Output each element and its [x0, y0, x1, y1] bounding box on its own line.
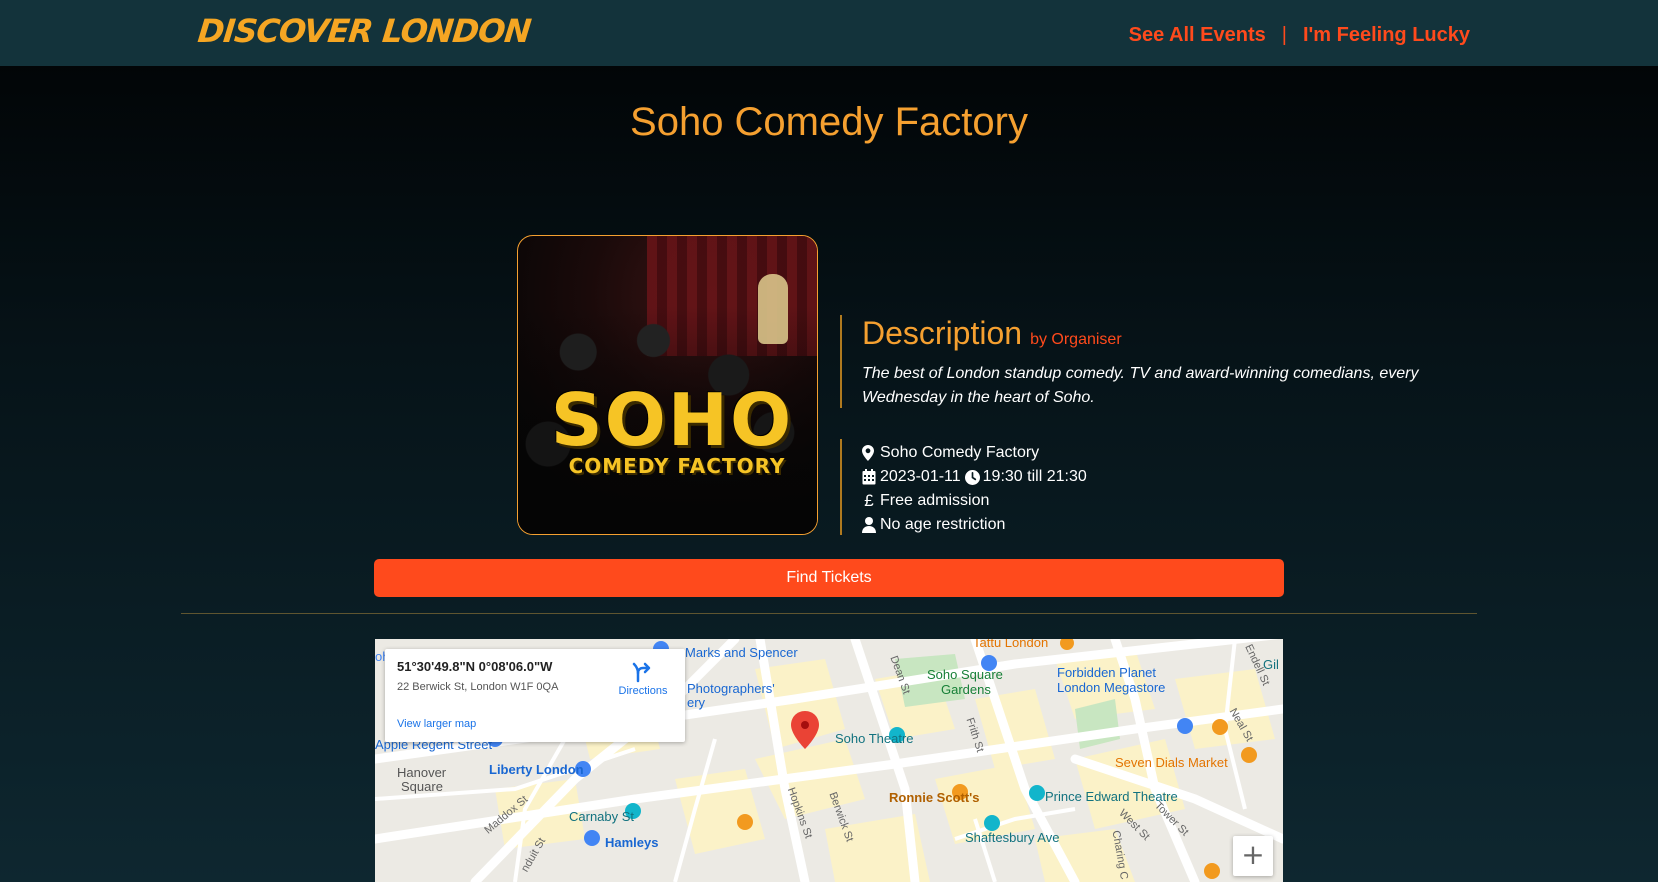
map-zoom-in-button[interactable]: +	[1233, 836, 1273, 876]
map-label-marks: Marks and Spencer	[685, 645, 798, 660]
brand-logo[interactable]: Discover London	[196, 12, 532, 50]
top-navbar: Discover London See All Events | I'm Fee…	[0, 0, 1658, 66]
location-map[interactable]: oh Marks and Spencer Tattu London Soho S…	[375, 639, 1283, 882]
pound-icon: £	[864, 491, 874, 510]
description-section: Description by Organiser The best of Lon…	[840, 315, 1440, 408]
nav-separator: |	[1281, 24, 1287, 46]
find-tickets-button[interactable]: Find Tickets	[374, 559, 1284, 597]
price-row: £ Free admission	[862, 489, 1240, 513]
image-logo-sub: Comedy Factory	[568, 454, 786, 478]
venue-name: Soho Comedy Factory	[880, 444, 1040, 461]
description-text: The best of London standup comedy. TV an…	[862, 365, 1419, 406]
directions-button[interactable]: Directions	[613, 661, 673, 697]
map-label-hanover-1: Hanover	[397, 765, 447, 780]
map-label-soho-square-2: Gardens	[941, 682, 991, 697]
event-image: SOHO Comedy Factory	[517, 235, 818, 535]
event-details: Soho Comedy Factory 2023-01-11 19:30 til…	[840, 439, 1240, 535]
datetime-row: 2023-01-11 19:30 till 21:30	[862, 465, 1240, 489]
nav-feeling-lucky[interactable]: I'm Feeling Lucky	[1303, 24, 1470, 47]
map-coordinates: 51°30'49.8"N 0°08'06.0"W	[397, 659, 553, 674]
map-label-shaftesbury: Shaftesbury Ave	[965, 830, 1060, 845]
map-label-tattu: Tattu London	[973, 639, 1049, 650]
image-logo-main: SOHO	[550, 378, 794, 462]
event-price: Free admission	[880, 492, 990, 509]
page-title: Soho Comedy Factory	[630, 100, 1028, 144]
directions-label: Directions	[618, 685, 668, 697]
user-icon	[862, 517, 876, 533]
map-label-soho-square: Soho Square	[927, 667, 1003, 682]
map-address: 22 Berwick St, London W1F 0QA	[397, 681, 559, 693]
image-performer	[758, 274, 788, 344]
view-larger-map-link[interactable]: View larger map	[397, 718, 476, 730]
map-label-carnaby: Carnaby St	[569, 809, 635, 824]
calendar-icon	[862, 469, 876, 485]
description-author: by Organiser	[1030, 331, 1122, 348]
map-label-forbidden-1: Forbidden Planet	[1057, 665, 1157, 680]
map-info-card: 51°30'49.8"N 0°08'06.0"W 22 Berwick St, …	[385, 649, 685, 742]
description-header: Description by Organiser	[862, 315, 1440, 352]
event-date: 2023-01-11	[880, 468, 961, 485]
nav-see-all-events[interactable]: See All Events	[1129, 24, 1266, 47]
map-label-liberty: Liberty London	[489, 762, 584, 777]
map-label-seven-dials: Seven Dials Market	[1115, 755, 1228, 770]
event-age: No age restriction	[880, 516, 1006, 533]
map-label-photographers-2: ery	[687, 695, 706, 710]
main-nav: See All Events | I'm Feeling Lucky	[1129, 24, 1470, 47]
age-row: No age restriction	[862, 513, 1240, 537]
venue-row: Soho Comedy Factory	[862, 441, 1240, 465]
map-label-photographers: Photographers'	[687, 681, 775, 696]
event-time: 19:30 till 21:30	[982, 468, 1087, 485]
map-label-soho-theatre: Soho Theatre	[835, 731, 914, 746]
description-heading: Description	[862, 315, 1023, 351]
clock-icon	[964, 469, 980, 485]
map-label-ronnie: Ronnie Scott's	[889, 790, 980, 805]
map-label-hamleys: Hamleys	[605, 835, 659, 850]
directions-icon	[632, 662, 651, 683]
map-marker-icon	[862, 445, 876, 461]
map-label-hanover-2: Square	[401, 779, 443, 794]
section-divider	[181, 613, 1477, 614]
map-label-gil: Gil	[1263, 657, 1279, 672]
map-label-forbidden-2: London Megastore	[1057, 680, 1166, 695]
